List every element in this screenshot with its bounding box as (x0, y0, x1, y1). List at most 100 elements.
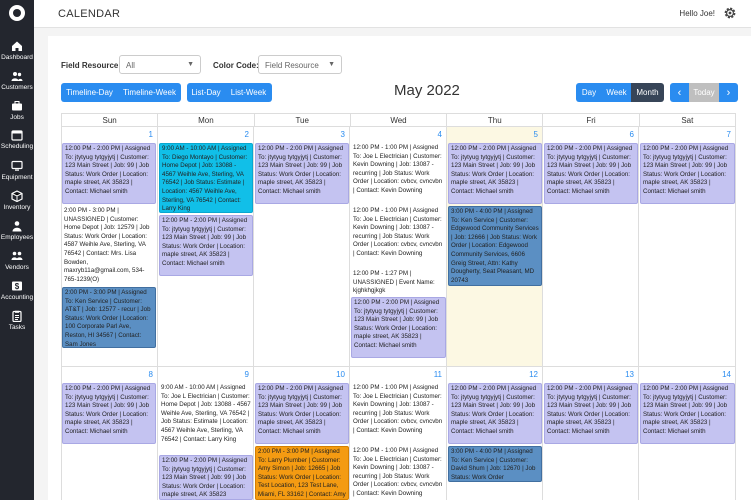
month-title: May 2022 (394, 82, 460, 99)
sidebar-item-jobs[interactable]: Jobs (0, 98, 34, 126)
weekday-label: Tue (255, 114, 351, 126)
calendar-event[interactable]: 12:00 PM - 2:00 PM | Assigned To: jtytyu… (448, 383, 542, 444)
calendar-event[interactable]: 12:00 PM - 2:00 PM | Assigned To: jtytyu… (159, 215, 253, 276)
calendar-icon (11, 130, 23, 141)
calendar-event[interactable]: 12:00 PM - 1:27 PM | UNASSIGNED | Event … (351, 269, 446, 295)
sidebar-item-label: Tasks (8, 324, 26, 331)
month-grid: Sun Mon Tue Wed Thu Fri Sat 1 2 3 4 5 6 … (61, 113, 736, 500)
field-resource-value: All (126, 61, 135, 70)
calendar-event[interactable]: 12:00 PM - 1:00 PM | Assigned To: Joe L … (351, 446, 446, 500)
weekday-header: Sun Mon Tue Wed Thu Fri Sat (61, 113, 736, 127)
calendar-event[interactable]: 3:00 PM - 4:00 PM | Assigned To: Ken Ser… (448, 206, 542, 286)
page-title: CALENDAR (58, 8, 121, 20)
sidebar-item-scheduling[interactable]: Scheduling (0, 127, 34, 155)
calendar-event[interactable]: 2:00 PM - 3:00 PM | Assigned To: Larry P… (255, 446, 349, 500)
sidebar-item-label: Jobs (10, 114, 24, 121)
day-number[interactable]: 13 (625, 370, 634, 379)
day-number[interactable]: 9 (245, 370, 249, 379)
calendar-event[interactable]: 9:00 AM - 10:00 AM | Assigned To: Joe L … (159, 383, 253, 453)
day-number[interactable]: 7 (727, 130, 731, 139)
employees-icon (12, 221, 22, 232)
day-number[interactable]: 12 (529, 370, 538, 379)
calendar-event[interactable]: 12:00 PM - 2:00 PM | Assigned To: jtytyu… (62, 383, 156, 444)
day-number[interactable]: 2 (245, 130, 249, 139)
weekday-label: Wed (351, 114, 448, 126)
sidebar-item-accounting[interactable]: $ Accounting (0, 278, 34, 306)
next-month-button[interactable]: › (719, 83, 738, 102)
field-resource-label: Field Resource: (61, 61, 122, 70)
week-view-button[interactable]: Week (602, 83, 631, 102)
calendar-event[interactable]: 2:00 PM - 3:00 PM | Assigned To: Ken Ser… (62, 287, 156, 348)
calendar-event[interactable]: 12:00 PM - 2:00 PM | Assigned To: jtytyu… (351, 297, 446, 358)
home-icon (12, 41, 22, 51)
sidebar-item-label: Accounting (0, 294, 34, 301)
chevron-down-icon: ▼ (187, 61, 194, 68)
day-number[interactable]: 10 (336, 370, 345, 379)
sidebar-item-inventory[interactable]: Inventory (0, 188, 34, 216)
user-greeting[interactable]: Hello Joe! (679, 9, 715, 18)
prev-month-button[interactable]: ‹ (670, 83, 689, 102)
calendar-event[interactable]: 12:00 PM - 2:00 PM | Assigned To: jtytyu… (544, 383, 638, 444)
day-number[interactable]: 1 (149, 130, 153, 139)
calendar-event[interactable]: 12:00 PM - 2:00 PM | Assigned To: jtytyu… (544, 143, 638, 204)
day-number[interactable]: 8 (149, 370, 153, 379)
sidebar-item-label: Vendors (5, 264, 29, 271)
sidebar-item-dashboard[interactable]: Dashboard (0, 38, 34, 66)
day-number[interactable]: 4 (438, 130, 442, 139)
sidebar: Dashboard Customers Jobs Scheduling Equi… (0, 0, 34, 500)
sidebar-item-employees[interactable]: Employees (0, 218, 34, 246)
calendar-event[interactable]: 12:00 PM - 2:00 PM | Assigned To: jtytyu… (62, 143, 156, 204)
day-number[interactable]: 5 (534, 130, 538, 139)
calendar-event[interactable]: 12:00 PM - 1:00 PM | Assigned To: Joe L … (351, 383, 446, 445)
day-view-button[interactable]: Day (576, 83, 602, 102)
calendar-event[interactable]: 12:00 PM - 2:00 PM | Assigned To: jtytyu… (159, 455, 253, 500)
sidebar-item-label: Customers (1, 84, 33, 91)
calendar-event[interactable]: 12:00 PM - 2:00 PM | Assigned To: jtytyu… (255, 383, 349, 444)
calendar-event[interactable]: 12:00 PM - 1:00 PM | Assigned To: Joe L … (351, 206, 446, 268)
timeline-day-button[interactable]: Timeline-Day (61, 83, 118, 102)
weekday-label: Sat (681, 116, 694, 125)
calendar-event[interactable]: 12:00 PM - 1:00 PM | Assigned To: Joe L … (351, 143, 446, 205)
sidebar-item-customers[interactable]: Customers (0, 68, 34, 96)
calendar-event[interactable]: 12:00 PM - 2:00 PM | Assigned To: jtytyu… (640, 143, 735, 204)
gear-icon[interactable] (723, 6, 737, 20)
timeline-week-button[interactable]: Timeline-Week (118, 83, 181, 102)
sidebar-item-label: Scheduling (0, 143, 34, 150)
sidebar-item-equipment[interactable]: Equipment (0, 158, 34, 186)
month-view-button[interactable]: Month (631, 83, 664, 102)
calendar-event[interactable]: 3:00 PM - 4:00 PM | Assigned To: Ken Ser… (448, 446, 542, 482)
weekday-label: Fri (543, 114, 640, 126)
sidebar-item-tasks[interactable]: Tasks (0, 308, 34, 336)
calendar-event[interactable]: 9:00 AM - 10:00 AM | Assigned To: Diego … (159, 143, 253, 213)
list-day-button[interactable]: List-Day (187, 83, 225, 102)
monitor-icon (11, 160, 23, 171)
sidebar-item-vendors[interactable]: Vendors (0, 248, 34, 276)
clipboard-icon (12, 310, 22, 322)
briefcase-icon (12, 101, 22, 111)
dollar-icon: $ (12, 281, 22, 291)
color-code-label: Color Code: (213, 61, 259, 70)
app-logo[interactable] (0, 0, 34, 26)
color-code-select[interactable]: Field Resource ▼ (258, 55, 342, 74)
chevron-down-icon: ▼ (328, 61, 335, 68)
day-number[interactable]: 6 (630, 130, 634, 139)
users-icon (11, 72, 23, 81)
weekday-label: Mon (158, 114, 255, 126)
calendar-event[interactable]: 12:00 PM - 2:00 PM | Assigned To: jtytyu… (448, 143, 542, 204)
calendar-event[interactable]: 12:00 PM - 2:00 PM | Assigned To: jtytyu… (640, 383, 735, 444)
vendors-icon (11, 251, 23, 260)
today-button[interactable]: Today (689, 83, 719, 102)
box-icon (11, 190, 23, 202)
day-number[interactable]: 11 (434, 370, 442, 379)
sidebar-item-label: Employees (0, 234, 34, 241)
list-week-button[interactable]: List-Week (225, 83, 272, 102)
calendar-event[interactable]: 12:00 PM - 2:00 PM | Assigned To: jtytyu… (255, 143, 349, 204)
day-number[interactable]: 3 (341, 130, 345, 139)
field-resource-select[interactable]: All ▼ (119, 55, 201, 74)
weekday-label: Sun (62, 114, 159, 126)
color-code-value: Field Resource (265, 61, 319, 70)
sidebar-item-label: Equipment (1, 174, 33, 181)
day-number[interactable]: 14 (722, 370, 731, 379)
calendar-event[interactable]: 2:00 PM - 3:00 PM | UNASSIGNED | Custome… (62, 206, 156, 286)
sidebar-item-label: Dashboard (1, 54, 33, 61)
